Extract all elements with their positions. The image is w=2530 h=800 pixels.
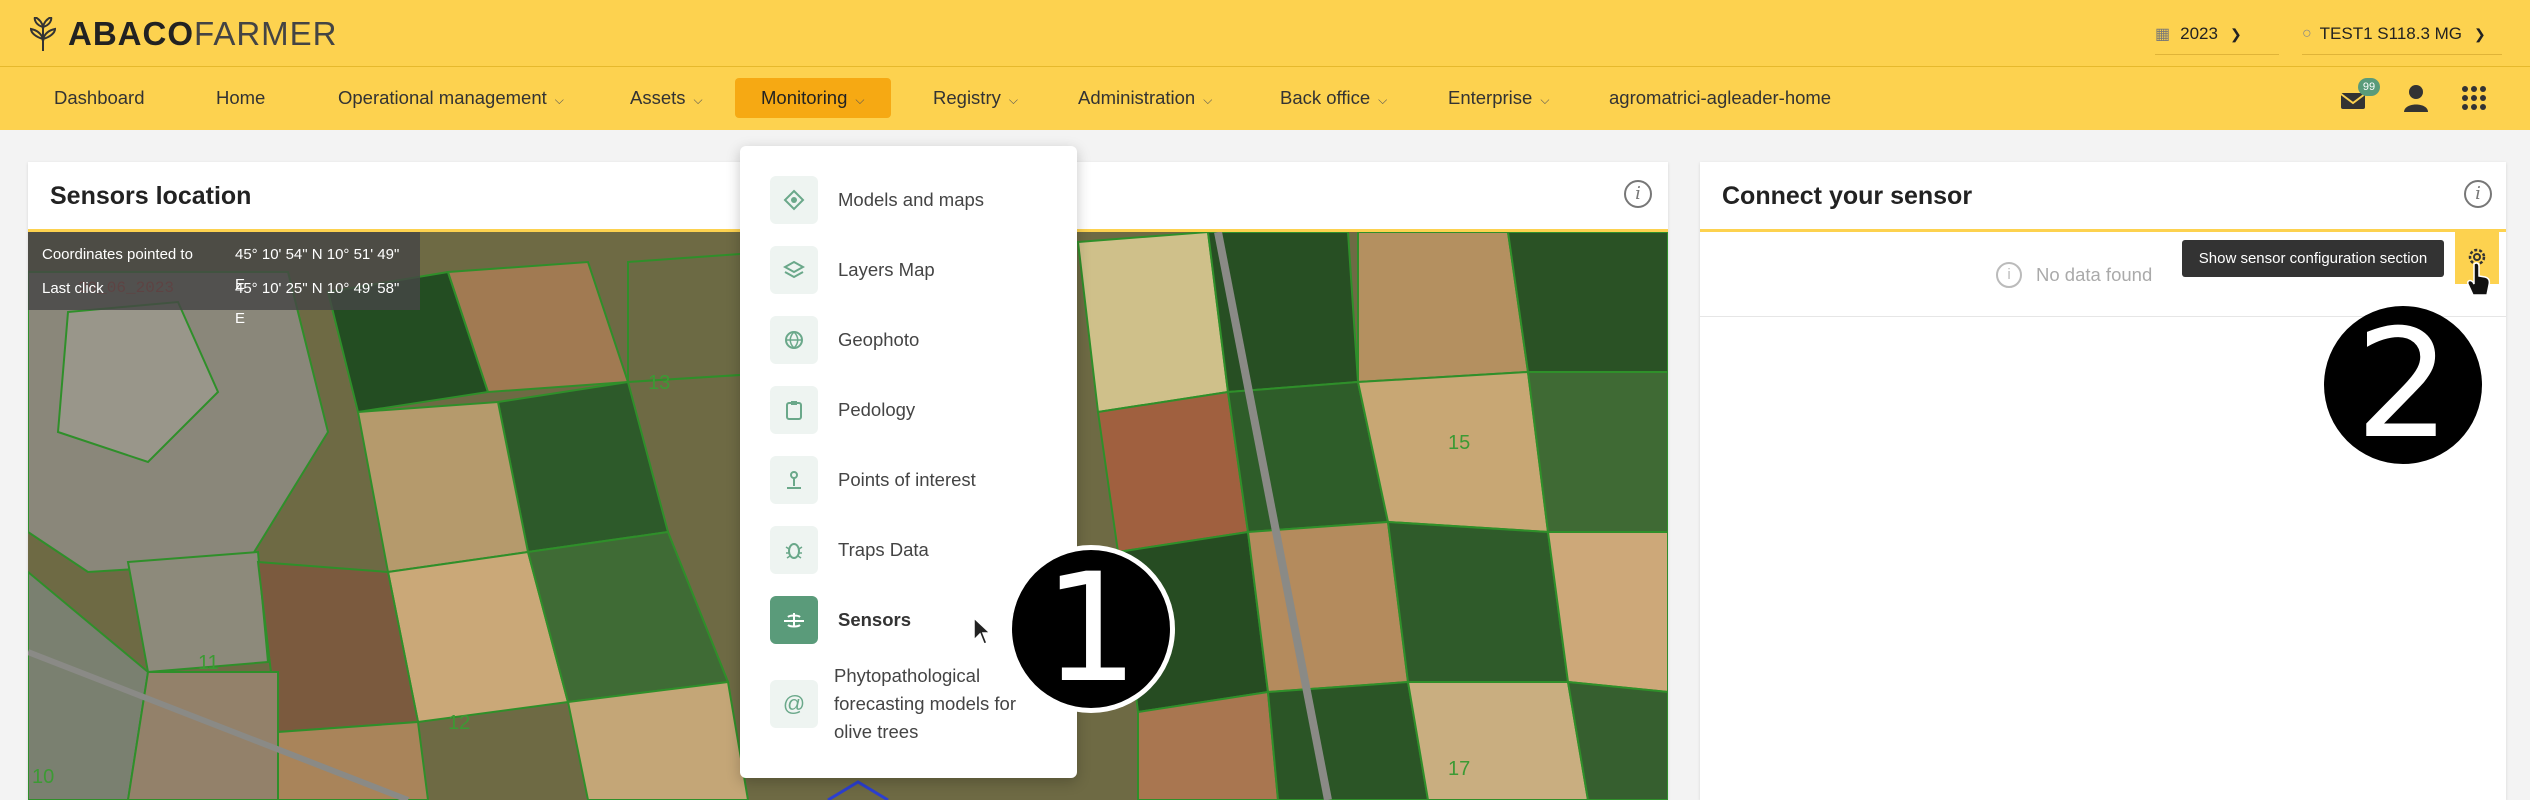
bug-icon — [770, 526, 818, 574]
nav-label: Home — [216, 87, 266, 108]
target-icon — [770, 176, 818, 224]
nav-registry[interactable]: Registry ⌵ — [907, 78, 1044, 118]
menu-item-label: Models and maps — [838, 189, 985, 210]
brand-name-light: FARMER — [194, 15, 338, 52]
nav-label: Back office — [1280, 87, 1371, 108]
menu-item-layers-map[interactable]: Layers Map — [770, 242, 1070, 298]
no-data-message: i No data found — [1996, 258, 2152, 292]
menu-item-pedology[interactable]: Pedology — [770, 382, 1070, 438]
apps-grid-button[interactable] — [2456, 80, 2492, 116]
nav-agromatrici-home[interactable]: agromatrici-agleader-home — [1583, 78, 1857, 118]
layers-icon — [770, 246, 818, 294]
chevron-down-icon: ❯ — [2229, 25, 2242, 42]
chevron-down-icon: ⌵ — [855, 93, 865, 107]
user-name: TEST1 S118.3 MG — [2319, 24, 2463, 43]
menu-item-phytopathological-models[interactable]: @ Phytopathological forecasting models f… — [770, 662, 1070, 746]
chevron-down-icon: ⌵ — [1378, 93, 1388, 107]
clipboard-icon — [770, 386, 818, 434]
notification-count-badge: 99 — [2358, 78, 2380, 96]
chevron-down-icon: ⌵ — [554, 93, 564, 107]
menu-item-traps-data[interactable]: Traps Data — [770, 522, 1070, 578]
menu-item-label: Geophoto — [838, 329, 920, 350]
menu-item-label: Traps Data — [838, 539, 929, 560]
panel-title: Sensors location — [50, 182, 252, 210]
nav-dashboard[interactable]: Dashboard — [28, 78, 171, 118]
chevron-down-icon: ❯ — [2474, 25, 2486, 42]
nav-label: Dashboard — [54, 87, 145, 108]
notifications-button[interactable]: 99 — [2334, 78, 2380, 116]
info-icon[interactable]: i — [2464, 180, 2492, 208]
nav-label: Administration — [1078, 87, 1196, 108]
nav-assets[interactable]: Assets ⌵ — [604, 78, 729, 118]
info-icon[interactable]: i — [1624, 180, 1652, 208]
hand-cursor-icon — [2467, 262, 2491, 296]
mouse-pointer-icon — [973, 616, 992, 645]
nav-enterprise[interactable]: Enterprise ⌵ — [1422, 78, 1575, 118]
menu-item-label: Layers Map — [838, 259, 935, 280]
nav-label: agromatrici-agleader-home — [1609, 87, 1832, 108]
menu-item-label: Points of interest — [838, 469, 976, 490]
nav-back-office[interactable]: Back office ⌵ — [1254, 78, 1413, 118]
monitoring-dropdown: Models and maps Layers Map Geophoto Pedo… — [740, 146, 1077, 778]
user-icon — [2404, 85, 2428, 112]
chevron-down-icon: ⌵ — [1008, 93, 1018, 107]
menu-item-label: Phytopathological forecasting models for… — [834, 665, 1017, 742]
coordinates-overlay: Coordinates pointed to 45° 10' 54" N 10°… — [28, 232, 420, 327]
info-icon: i — [1996, 262, 2022, 288]
pin-icon — [770, 456, 818, 504]
brand-name-bold: ABACO — [68, 15, 194, 52]
panel-accent-line — [1700, 229, 2506, 232]
coords-click-row: Last click 45° 10' 25" N 10° 49' 58" E — [42, 274, 412, 327]
nav-operational-management[interactable]: Operational management ⌵ — [312, 78, 590, 118]
field-label: 10 — [32, 766, 55, 788]
menu-item-points-of-interest[interactable]: Points of interest — [770, 452, 1070, 508]
menu-item-models-and-maps[interactable]: Models and maps — [770, 172, 1070, 228]
main-nav: Dashboard Home Operational management ⌵ A… — [0, 78, 1900, 120]
calendar-icon: ▦ — [2155, 26, 2171, 43]
chevron-down-icon: ⌵ — [1203, 93, 1213, 107]
year-value: 2023 — [2180, 24, 2218, 43]
brand-logo[interactable]: ABACO FARMER — [28, 14, 338, 54]
nav-label: Enterprise — [1448, 87, 1533, 108]
nav-label: Monitoring — [761, 87, 848, 108]
user-selector[interactable]: ○ TEST1 S118.3 MG ❯ — [2302, 14, 2502, 55]
top-header: ABACO FARMER ▦ 2023 ❯ ○ TEST1 S118.3 MG ❯… — [0, 0, 2530, 130]
coords-click-label: Last click — [42, 280, 104, 297]
profile-button[interactable] — [2398, 80, 2434, 116]
panel-title: Connect your sensor — [1722, 182, 1973, 210]
menu-item-label: Sensors — [838, 609, 912, 630]
wheat-logo-icon — [29, 17, 57, 51]
apps-grid-icon — [2462, 86, 2486, 110]
nav-label: Assets — [630, 87, 686, 108]
coords-pointed-row: Coordinates pointed to 45° 10' 54" N 10°… — [42, 240, 412, 293]
chevron-down-icon: ⌵ — [1540, 93, 1550, 107]
at-icon: @ — [770, 680, 818, 728]
field-label: 13 — [648, 372, 671, 394]
no-data-text: No data found — [2036, 264, 2153, 285]
header-divider — [0, 66, 2530, 67]
field-label: 12 — [448, 712, 471, 734]
field-label: 11 — [198, 652, 219, 674]
step-badge-1: 1 — [1012, 550, 1170, 708]
nav-home[interactable]: Home — [190, 78, 291, 118]
tooltip: Show sensor configuration section — [2182, 240, 2444, 277]
coords-pointed-label: Coordinates pointed to — [42, 246, 193, 263]
menu-item-geophoto[interactable]: Geophoto — [770, 312, 1070, 368]
chevron-down-icon: ⌵ — [693, 93, 703, 107]
nav-label: Operational management — [338, 87, 547, 108]
coords-click-value: 45° 10' 25" N 10° 49' 58" E — [235, 280, 400, 327]
nav-administration[interactable]: Administration ⌵ — [1052, 78, 1238, 118]
field-label: 17 — [1448, 758, 1471, 780]
year-selector[interactable]: ▦ 2023 ❯ — [2155, 14, 2279, 55]
nav-label: Registry — [933, 87, 1001, 108]
sensor-icon — [770, 596, 818, 644]
globe-icon — [770, 316, 818, 364]
nav-monitoring[interactable]: Monitoring ⌵ — [735, 78, 891, 118]
menu-item-label: Pedology — [838, 399, 916, 420]
step-badge-2: 2 — [2324, 306, 2482, 464]
user-outline-icon: ○ — [2302, 25, 2312, 42]
field-label: 15 — [1448, 432, 1471, 454]
